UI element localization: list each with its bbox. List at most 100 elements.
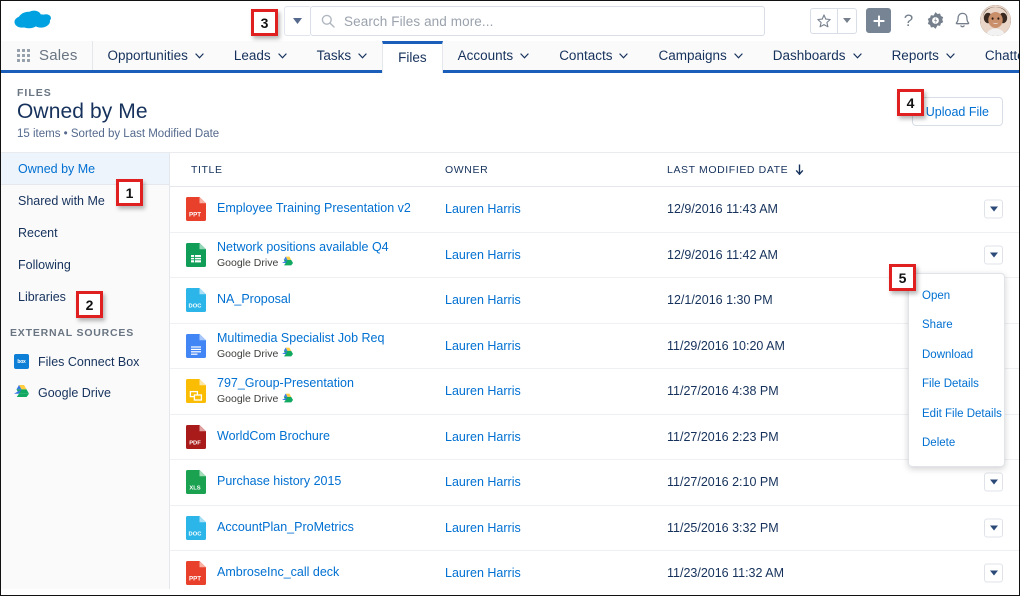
chevron-down-icon[interactable] — [733, 53, 743, 59]
sidebar-item-label: Files Connect Box — [38, 354, 140, 369]
row-actions-button[interactable] — [984, 518, 1003, 538]
avatar[interactable] — [980, 5, 1011, 36]
table-row[interactable]: 797_Group-Presentation Google Drive Laur… — [170, 369, 1019, 415]
global-search[interactable]: Search Files and more... — [284, 6, 765, 36]
upload-file-button[interactable]: Upload File — [911, 97, 1003, 126]
tab-campaigns[interactable]: Campaigns — [643, 41, 757, 70]
sidebar-item-owned-by-me[interactable]: Owned by Me — [1, 153, 169, 185]
breadcrumb: FILES — [17, 87, 52, 99]
file-modified-date: 11/27/2016 2:10 PM — [667, 475, 779, 490]
sidebar-item-label: Shared with Me — [18, 194, 105, 208]
column-header-owner[interactable]: OWNER — [445, 164, 667, 176]
file-owner-link[interactable]: Lauren Harris — [445, 339, 667, 353]
salesforce-cloud-logo[interactable] — [13, 8, 59, 34]
chevron-down-icon[interactable] — [277, 53, 287, 59]
favorites-control[interactable] — [810, 7, 857, 34]
file-title-link[interactable]: AmbroseInc_call deck — [217, 565, 339, 581]
sidebar-item-shared-with-me[interactable]: Shared with Me — [1, 185, 169, 217]
menu-item-delete[interactable]: Delete — [909, 429, 1004, 459]
app-launcher[interactable]: Sales — [1, 41, 93, 70]
file-owner-link[interactable]: Lauren Harris — [445, 430, 667, 444]
tab-label: Accounts — [457, 48, 514, 63]
menu-item-share[interactable]: Share — [909, 311, 1004, 341]
file-owner-link[interactable]: Lauren Harris — [445, 521, 667, 535]
table-row[interactable]: PDF WorldCom Brochure Lauren Harris 11/2… — [170, 415, 1019, 460]
search-icon — [321, 14, 335, 28]
row-actions-button[interactable] — [984, 563, 1003, 583]
svg-text:?: ? — [904, 11, 913, 30]
tab-chatter[interactable]: Chatter — [970, 41, 1019, 70]
chevron-down-icon[interactable] — [194, 53, 204, 59]
file-owner-link[interactable]: Lauren Harris — [445, 248, 667, 262]
table-row[interactable]: DOC AccountPlan_ProMetrics Lauren Harris… — [170, 506, 1019, 551]
notifications-button[interactable] — [954, 12, 971, 30]
file-owner-link[interactable]: Lauren Harris — [445, 566, 667, 580]
file-owner-link[interactable]: Lauren Harris — [445, 384, 667, 398]
tab-opportunities[interactable]: Opportunities — [93, 41, 219, 70]
file-title-link[interactable]: AccountPlan_ProMetrics — [217, 520, 354, 536]
table-row[interactable]: Multimedia Specialist Job Req Google Dri… — [170, 324, 1019, 369]
google-slides-file-icon — [186, 379, 206, 404]
tab-leads[interactable]: Leads — [219, 41, 302, 70]
menu-item-edit-file-details[interactable]: Edit File Details — [909, 399, 1004, 429]
sidebar-item-google-drive[interactable]: Google Drive — [1, 377, 169, 408]
column-header-last-modified-date[interactable]: LAST MODIFIED DATE — [667, 164, 1019, 176]
row-actions-menu[interactable]: Open Share Download File Details Edit Fi… — [908, 273, 1005, 467]
tab-tasks[interactable]: Tasks — [302, 41, 383, 70]
chevron-down-icon[interactable] — [520, 53, 530, 59]
tab-dashboards[interactable]: Dashboards — [758, 41, 877, 70]
row-actions-button[interactable] — [984, 472, 1003, 492]
column-header-title[interactable]: TITLE — [170, 164, 445, 176]
file-title-link[interactable]: Employee Training Presentation v2 — [217, 201, 411, 217]
row-actions-button[interactable] — [984, 199, 1003, 219]
file-owner-link[interactable]: Lauren Harris — [445, 202, 667, 216]
add-button[interactable] — [866, 8, 891, 33]
svg-text:PPT: PPT — [189, 212, 201, 219]
sidebar-item-recent[interactable]: Recent — [1, 217, 169, 249]
table-row[interactable]: PPT AmbroseInc_call deck Lauren Harris 1… — [170, 551, 1019, 589]
file-title-link[interactable]: Multimedia Specialist Job Req — [217, 331, 384, 347]
star-icon[interactable] — [811, 9, 837, 33]
file-title-link[interactable]: 797_Group-Presentation — [217, 376, 354, 392]
menu-item-file-details[interactable]: File Details — [909, 370, 1004, 400]
google-drive-icon — [282, 347, 294, 361]
row-actions-button[interactable] — [984, 245, 1003, 265]
search-scope-caret[interactable] — [284, 6, 310, 36]
table-row[interactable]: XLS Purchase history 2015 Lauren Harris … — [170, 460, 1019, 506]
app-name-label: Sales — [39, 47, 78, 64]
menu-item-open[interactable]: Open — [909, 281, 1004, 311]
table-header-row: TITLE OWNER LAST MODIFIED DATE — [170, 153, 1019, 187]
help-button[interactable]: ? — [900, 11, 917, 30]
chevron-down-icon[interactable] — [946, 53, 955, 59]
tab-reports[interactable]: Reports — [877, 41, 970, 70]
tab-contacts[interactable]: Contacts — [544, 41, 643, 70]
favorites-caret-icon[interactable] — [837, 8, 856, 33]
chevron-down-icon[interactable] — [619, 53, 629, 59]
header-icon-group: ? — [810, 5, 1011, 36]
file-owner-link[interactable]: Lauren Harris — [445, 475, 667, 489]
menu-item-download[interactable]: Download — [909, 340, 1004, 370]
chevron-down-icon[interactable] — [852, 53, 862, 59]
file-source-label: Google Drive — [217, 256, 279, 269]
sidebar-item-following[interactable]: Following — [1, 249, 169, 281]
table-row[interactable]: PPT Employee Training Presentation v2 La… — [170, 187, 1019, 233]
search-input[interactable]: Search Files and more... — [310, 6, 765, 36]
file-title-link[interactable]: Network positions available Q4 — [217, 240, 389, 256]
setup-button[interactable] — [926, 11, 945, 30]
tab-files[interactable]: Files — [382, 41, 443, 73]
file-owner-link[interactable]: Lauren Harris — [445, 293, 667, 307]
sidebar-item-label: Following — [18, 258, 71, 272]
sidebar-item-files-connect-box[interactable]: box Files Connect Box — [1, 346, 169, 377]
svg-text:DOC: DOC — [189, 304, 203, 310]
tab-accounts[interactable]: Accounts — [443, 41, 545, 70]
chevron-down-icon[interactable] — [358, 53, 367, 59]
file-title-link[interactable]: WorldCom Brochure — [217, 429, 330, 445]
file-title-group: Network positions available Q4 Google Dr… — [217, 240, 389, 270]
file-modified-date: 12/9/2016 11:43 AM — [667, 202, 778, 217]
waffle-grid-icon[interactable] — [17, 49, 30, 62]
file-title-link[interactable]: NA_Proposal — [217, 292, 291, 308]
file-title-cell: DOC AccountPlan_ProMetrics — [170, 515, 445, 540]
tab-label: Dashboards — [772, 48, 846, 63]
sidebar-item-label: Recent — [18, 226, 58, 240]
file-title-link[interactable]: Purchase history 2015 — [217, 474, 341, 490]
